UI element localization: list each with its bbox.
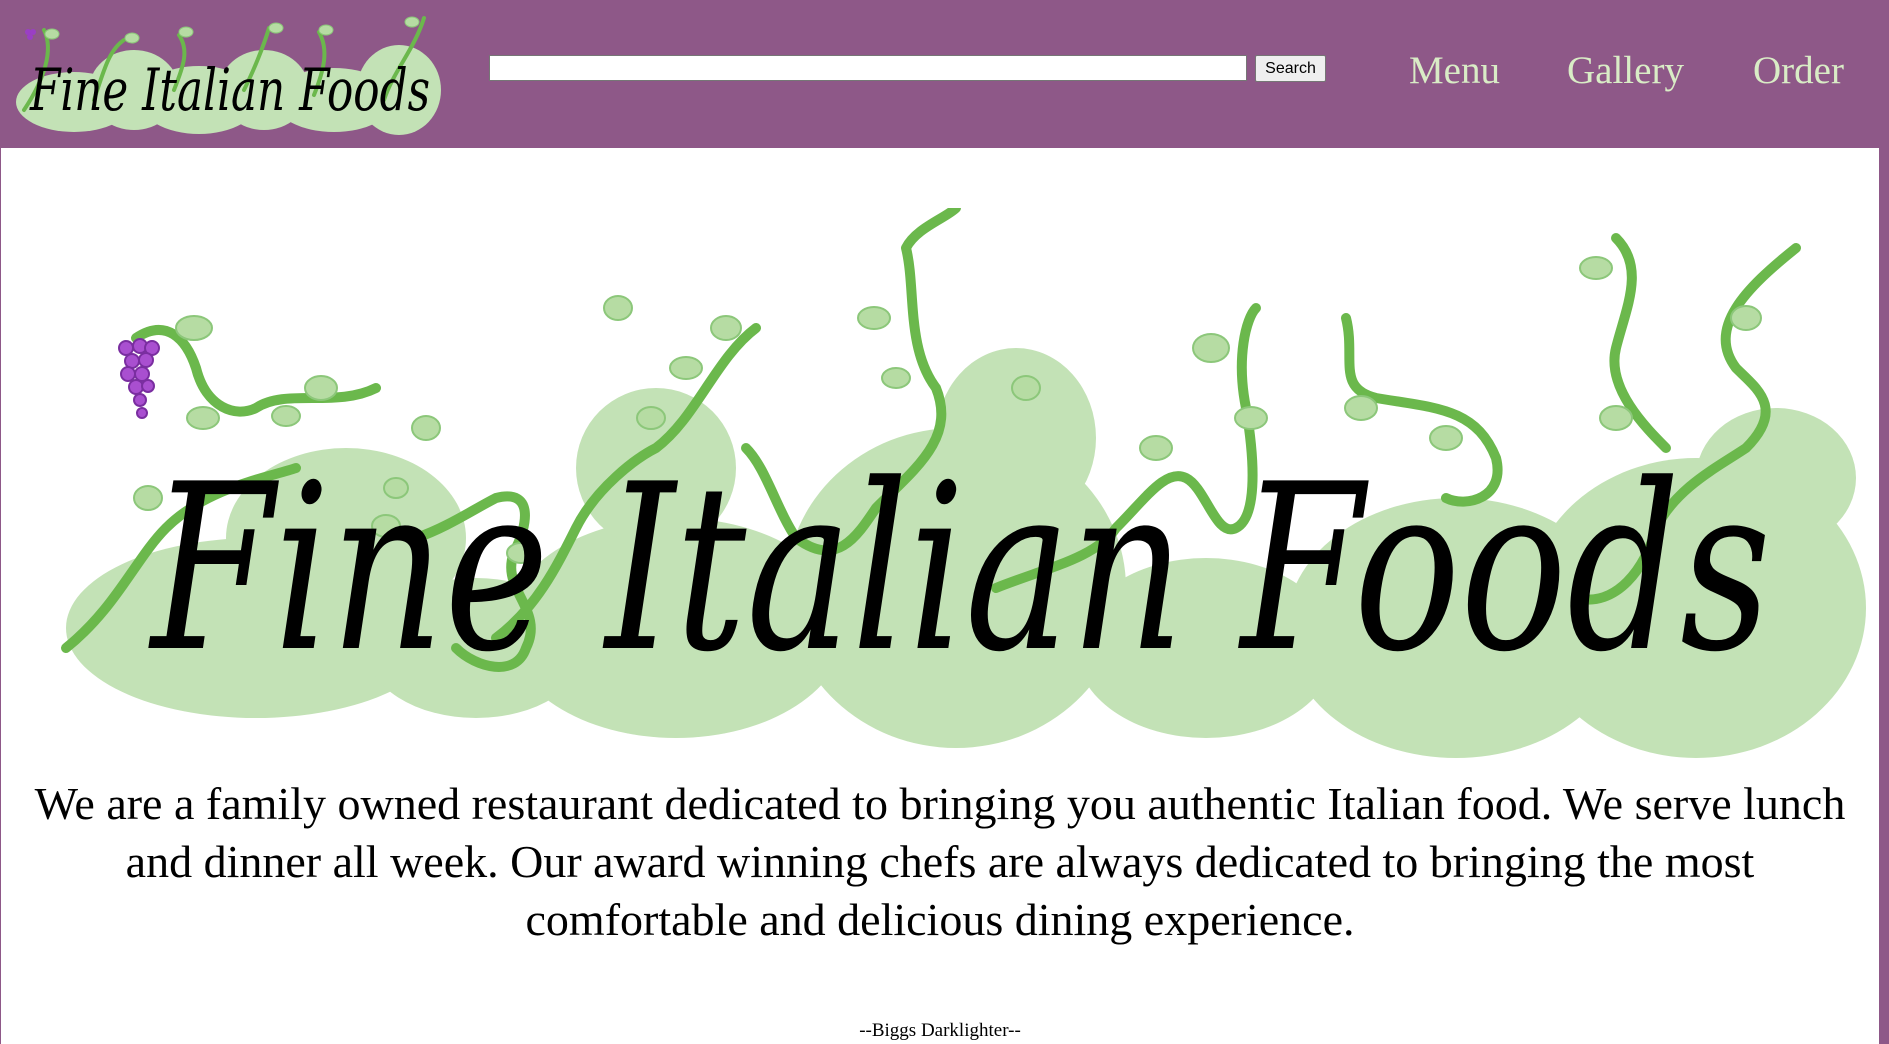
nav-link-menu[interactable]: Menu (1409, 46, 1500, 96)
site-header: Fine Italian Foods Search Menu Gallery O… (0, 0, 1889, 148)
nav-link-order[interactable]: Order (1753, 46, 1844, 96)
grape-icon (118, 338, 160, 419)
hero-logo: Fine Italian Foods (61, 208, 1866, 758)
hero-logo-text: Fine Italian Foods (148, 436, 1771, 703)
hero-logo-word-3: Foods (1238, 436, 1771, 703)
quote-attribution: --Biggs Darklighter-- (859, 1020, 1021, 1041)
intro-text: We are a family owned restaurant dedicat… (34, 778, 1846, 945)
logo-leaves (44, 16, 420, 44)
main-content: Fine Italian Foods We are a family owned… (1, 148, 1879, 1044)
nav-link-gallery[interactable]: Gallery (1567, 46, 1684, 96)
hero-logo-word-1: Fine (148, 436, 549, 703)
hero-logo-word-2: Italian (602, 436, 1184, 703)
main-nav: Menu Gallery Order (0, 46, 1889, 96)
logo-grape-icon (25, 29, 36, 40)
